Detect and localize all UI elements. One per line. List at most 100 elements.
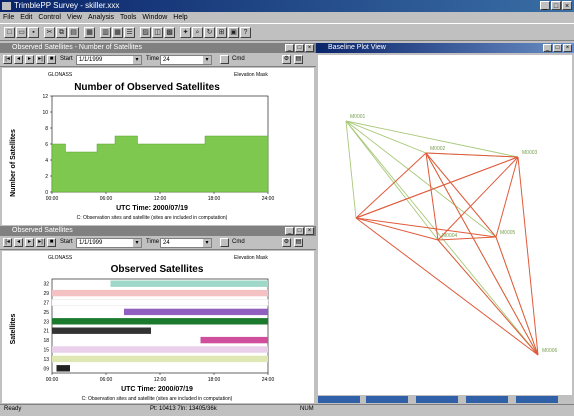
app-title: TrimblePP Survey - skiller.xxx — [14, 1, 120, 10]
baseline-line-red — [425, 152, 539, 356]
close-button[interactable]: × — [562, 1, 572, 10]
network-plot-area[interactable]: M0001 M0002 M0003 M0004 M0005 M0006 — [318, 55, 572, 395]
grid-icon[interactable]: ▦ — [112, 27, 123, 38]
prev-icon[interactable]: ◂ — [14, 238, 23, 247]
time-select[interactable]: 24 — [160, 55, 212, 65]
number-panel-title-bar: Observed Satellites - Number of Satellit… — [0, 43, 316, 53]
baseline-plot-window: Baseline Plot View _ □ × M0001 M0002 M0003… — [316, 43, 574, 404]
baseline-line-red — [425, 152, 519, 158]
status-position: Pt: 10413 7ln: 13405/36k — [150, 406, 217, 412]
menu-file[interactable]: File — [3, 12, 14, 23]
menu-help[interactable]: Help — [173, 12, 187, 23]
fit-icon[interactable]: ⊞ — [216, 27, 227, 38]
open-folder-icon[interactable]: ▭ — [16, 27, 27, 38]
cut-icon[interactable]: ✂ — [44, 27, 55, 38]
next-icon[interactable]: ▸| — [36, 238, 45, 247]
paste-icon[interactable]: ▤ — [68, 27, 79, 38]
start-label: Start — [60, 239, 73, 245]
x-tick-label: 18:00 — [208, 196, 221, 202]
prev-icon[interactable]: ◂ — [14, 55, 23, 64]
scroll-segment-3[interactable] — [416, 396, 458, 403]
compute-icon[interactable]: ▣ — [228, 27, 239, 38]
next-icon[interactable]: ▸| — [36, 55, 45, 64]
menu-tools[interactable]: Tools — [120, 12, 136, 23]
play-icon[interactable]: ▸ — [25, 238, 34, 247]
help-icon[interactable]: ? — [240, 27, 251, 38]
settings-icon[interactable]: ⚙ — [282, 238, 291, 247]
play-icon[interactable]: ▸ — [25, 55, 34, 64]
zoom-icon[interactable]: ⌕ — [192, 27, 203, 38]
y-tick-label: 12 — [42, 94, 48, 100]
settings-icon[interactable]: ⚙ — [282, 55, 291, 64]
x-tick-label: 00:00 — [46, 196, 59, 202]
baseline-line-red — [355, 217, 439, 241]
scroll-segment-4[interactable] — [466, 396, 508, 403]
close-button[interactable]: × — [563, 44, 572, 52]
chart1-ylabel: Number of Satellites — [10, 129, 17, 197]
copy-icon[interactable]: ⧉ — [56, 27, 67, 38]
scroll-segment-2[interactable] — [366, 396, 408, 403]
option-label: Cmd — [232, 239, 245, 245]
minimize-button[interactable]: _ — [285, 227, 294, 235]
status-mode: NUM — [300, 406, 314, 412]
satellite-label: 27 — [43, 301, 49, 307]
y-tick-label: 4 — [45, 158, 48, 164]
menu-control[interactable]: Control — [38, 12, 61, 23]
option-label: Cmd — [232, 56, 245, 62]
chart-icon[interactable]: ▨ — [140, 27, 151, 38]
window-controls: _ □ × — [540, 1, 572, 10]
time-select[interactable]: 24 — [160, 238, 212, 248]
menu-view[interactable]: View — [67, 12, 82, 23]
layers-icon[interactable]: ▩ — [164, 27, 175, 38]
satellite-label: 25 — [43, 310, 49, 316]
scroll-segment-5[interactable] — [516, 396, 558, 403]
stop-icon[interactable]: ■ — [47, 55, 56, 64]
menu-edit[interactable]: Edit — [20, 12, 32, 23]
maximize-button[interactable]: □ — [295, 227, 304, 235]
y-tick-label: 6 — [45, 142, 48, 148]
option-checkbox[interactable] — [220, 55, 229, 64]
minimize-button[interactable]: _ — [285, 44, 294, 52]
stop-icon[interactable]: ■ — [47, 238, 56, 247]
save-icon[interactable]: ▪ — [28, 27, 39, 38]
list-icon[interactable]: ☰ — [124, 27, 135, 38]
table-icon[interactable]: ▥ — [100, 27, 111, 38]
first-icon[interactable]: |◂ — [3, 55, 12, 64]
print-icon[interactable]: ▦ — [84, 27, 95, 38]
refresh-icon[interactable]: ↻ — [204, 27, 215, 38]
minimize-button[interactable]: _ — [543, 44, 552, 52]
satellite-bar — [124, 308, 268, 316]
network-panel-controls: _ □ × — [543, 44, 572, 52]
observed-panel-title: Observed Satellites — [12, 227, 73, 234]
x-tick-label: 24:00 — [262, 377, 275, 383]
chart2-legend-left: GLONASS — [48, 255, 73, 261]
close-button[interactable]: × — [305, 227, 314, 235]
satellite-icon[interactable]: ✦ — [180, 27, 191, 38]
print-chart-icon[interactable]: ▤ — [294, 55, 303, 64]
minimize-button[interactable]: _ — [540, 1, 550, 10]
option-checkbox[interactable] — [220, 238, 229, 247]
menu-window[interactable]: Window — [142, 12, 167, 23]
menu-bar: File Edit Control View Analysis Tools Wi… — [0, 12, 574, 23]
maximize-button[interactable]: □ — [551, 1, 561, 10]
satellite-label: 32 — [43, 282, 49, 288]
print-chart-icon[interactable]: ▤ — [294, 238, 303, 247]
satellite-bar — [51, 299, 269, 306]
y-tick-label: 10 — [42, 110, 48, 116]
maximize-button[interactable]: □ — [553, 44, 562, 52]
new-file-icon[interactable]: □ — [4, 27, 15, 38]
menu-analysis[interactable]: Analysis — [88, 12, 114, 23]
x-tick-label: 12:00 — [154, 377, 167, 383]
number-panel-controls: _ □ × — [285, 44, 314, 52]
network-svg: M0001 M0002 M0003 M0004 M0005 M0006 — [345, 114, 558, 356]
chart1-title: Number of Observed Satellites — [74, 82, 220, 93]
close-button[interactable]: × — [305, 44, 314, 52]
scroll-segment-1[interactable] — [318, 396, 360, 403]
map-icon[interactable]: ◫ — [152, 27, 163, 38]
chart1-xlabel: UTC Time: 2000/07/19 — [116, 205, 188, 212]
start-select[interactable]: 1/1/1999 — [76, 55, 142, 65]
start-select[interactable]: 1/1/1999 — [76, 238, 142, 248]
first-icon[interactable]: |◂ — [3, 238, 12, 247]
network-scrollbar[interactable] — [318, 396, 572, 403]
maximize-button[interactable]: □ — [295, 44, 304, 52]
